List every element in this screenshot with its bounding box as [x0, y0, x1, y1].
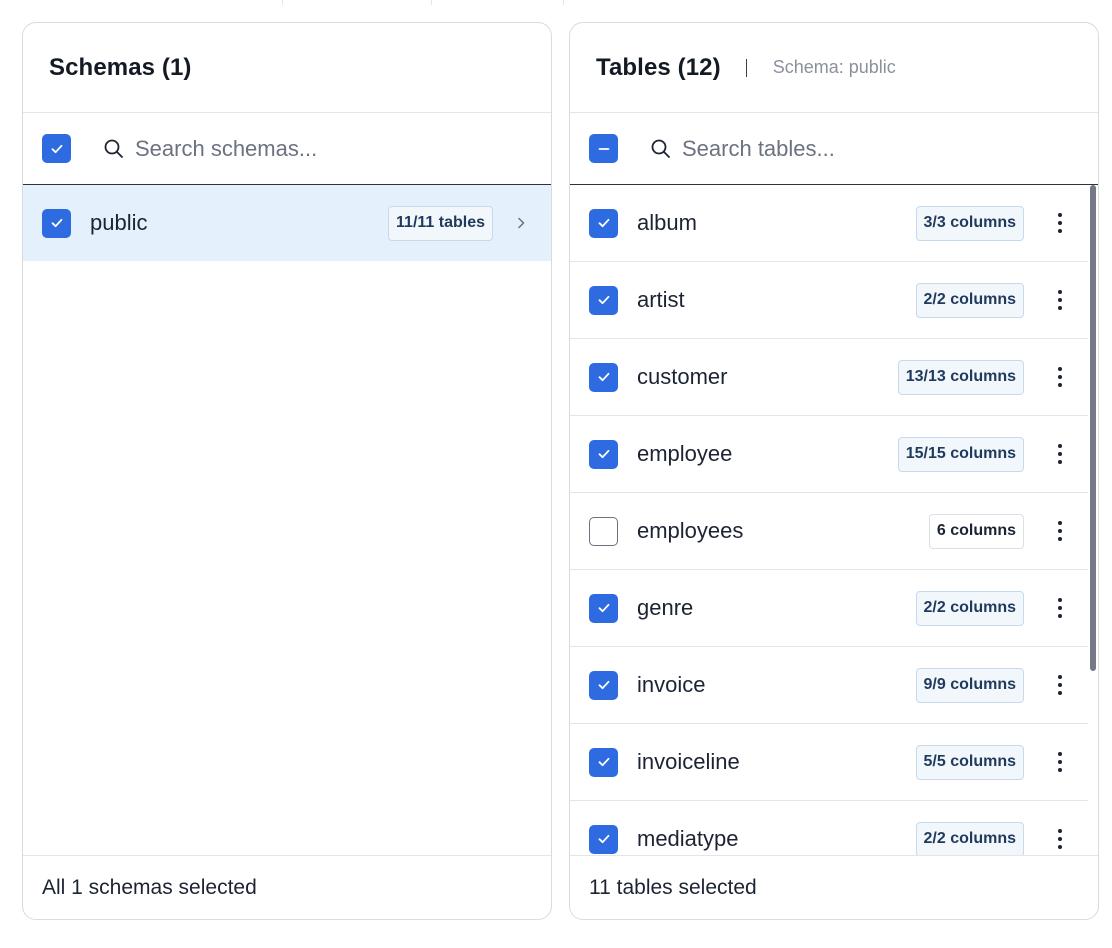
top-tick: [563, 0, 564, 5]
table-checkbox[interactable]: [589, 747, 618, 777]
columns-badge: 2/2 columns: [915, 590, 1024, 626]
columns-badge: 2/2 columns: [915, 282, 1024, 318]
checkmark-icon: [598, 449, 609, 459]
tables-scrollbar[interactable]: [1090, 185, 1096, 855]
tables-select-all-checkbox[interactable]: [589, 134, 618, 163]
table-row[interactable]: invoiceline 5/5 columns: [570, 724, 1088, 801]
tables-panel-title: Tables (12): [596, 53, 721, 81]
top-tick: [282, 0, 283, 5]
table-checkbox[interactable]: [589, 208, 618, 238]
checkmark-icon: [598, 834, 609, 844]
schemas-panel-header: Schemas (1): [23, 23, 551, 113]
table-row[interactable]: invoice 9/9 columns: [570, 647, 1088, 724]
columns-badge: 5/5 columns: [915, 744, 1024, 780]
more-options-icon[interactable]: [1057, 675, 1063, 695]
top-divider-ticks: [0, 0, 1112, 5]
checkmark-icon: [598, 603, 609, 613]
table-name: employee: [637, 441, 733, 466]
schema-name: public: [90, 210, 148, 235]
schemas-search-input[interactable]: [135, 135, 495, 162]
schemas-panel: Schemas (1) public 11/11 tables All 1 sc…: [22, 22, 552, 920]
checkmark-icon: [598, 372, 609, 382]
schema-checkbox[interactable]: [42, 208, 71, 238]
table-name: invoice: [637, 672, 706, 697]
table-checkbox[interactable]: [589, 670, 618, 700]
table-row[interactable]: genre 2/2 columns: [570, 570, 1088, 647]
tables-search-input[interactable]: [682, 135, 1042, 162]
header-divider: [745, 58, 747, 77]
checkmark-icon: [598, 680, 609, 690]
table-row[interactable]: album 3/3 columns: [570, 185, 1088, 262]
tables-panel-header: Tables (12) Schema: public: [570, 23, 1098, 113]
checkmark-icon: [51, 218, 62, 228]
more-options-icon[interactable]: [1057, 521, 1063, 541]
more-options-icon[interactable]: [1057, 829, 1063, 849]
table-name: customer: [637, 364, 728, 389]
columns-badge: 3/3 columns: [915, 205, 1024, 241]
schemas-panel-title: Schemas (1): [49, 53, 192, 81]
tables-search-row: [570, 113, 1098, 185]
columns-badge: 6 columns: [928, 513, 1024, 549]
columns-badge: 13/13 columns: [897, 359, 1024, 395]
more-options-icon[interactable]: [1057, 290, 1063, 310]
schemas-search-row: [23, 113, 551, 185]
table-checkbox[interactable]: [589, 516, 618, 546]
table-name: genre: [637, 595, 694, 620]
more-options-icon[interactable]: [1057, 598, 1063, 618]
search-icon: [103, 138, 125, 160]
table-row[interactable]: mediatype 2/2 columns: [570, 801, 1088, 855]
schemas-list: public 11/11 tables: [23, 185, 551, 261]
table-name: invoiceline: [637, 749, 740, 774]
search-icon: [650, 138, 672, 160]
checkmark-icon: [51, 144, 62, 153]
table-checkbox[interactable]: [589, 824, 618, 854]
schemas-footer: All 1 schemas selected: [23, 855, 551, 919]
schema-tables-badge: 11/11 tables: [388, 205, 493, 241]
tables-panel: Tables (12) Schema: public album 3/3 col…: [569, 22, 1099, 920]
table-name: album: [637, 210, 697, 235]
schemas-select-all-checkbox[interactable]: [42, 134, 71, 163]
minus-icon: [598, 147, 609, 150]
table-row[interactable]: employee 15/15 columns: [570, 416, 1088, 493]
table-checkbox[interactable]: [589, 285, 618, 315]
table-checkbox[interactable]: [589, 362, 618, 392]
chevron-right-icon[interactable]: [513, 215, 529, 231]
tables-list: album 3/3 columns artist 2/2 columns cus…: [570, 185, 1088, 855]
more-options-icon[interactable]: [1057, 367, 1063, 387]
table-checkbox[interactable]: [589, 439, 618, 469]
checkmark-icon: [598, 218, 609, 228]
checkmark-icon: [598, 295, 609, 305]
top-tick: [431, 0, 432, 5]
tables-footer: 11 tables selected: [570, 855, 1098, 919]
schema-row-public[interactable]: public 11/11 tables: [23, 185, 551, 261]
checkmark-icon: [598, 757, 609, 767]
columns-badge: 2/2 columns: [915, 821, 1024, 855]
table-name: employees: [637, 518, 744, 543]
table-row[interactable]: customer 13/13 columns: [570, 339, 1088, 416]
more-options-icon[interactable]: [1057, 752, 1063, 772]
table-checkbox[interactable]: [589, 593, 618, 623]
table-name: artist: [637, 287, 685, 312]
columns-badge: 15/15 columns: [897, 436, 1024, 472]
scrollbar-thumb[interactable]: [1090, 185, 1096, 671]
table-name: mediatype: [637, 826, 739, 851]
columns-badge: 9/9 columns: [915, 667, 1024, 703]
more-options-icon[interactable]: [1057, 213, 1063, 233]
schema-context-label: Schema: public: [772, 57, 896, 77]
more-options-icon[interactable]: [1057, 444, 1063, 464]
table-row[interactable]: artist 2/2 columns: [570, 262, 1088, 339]
table-row[interactable]: employees 6 columns: [570, 493, 1088, 570]
